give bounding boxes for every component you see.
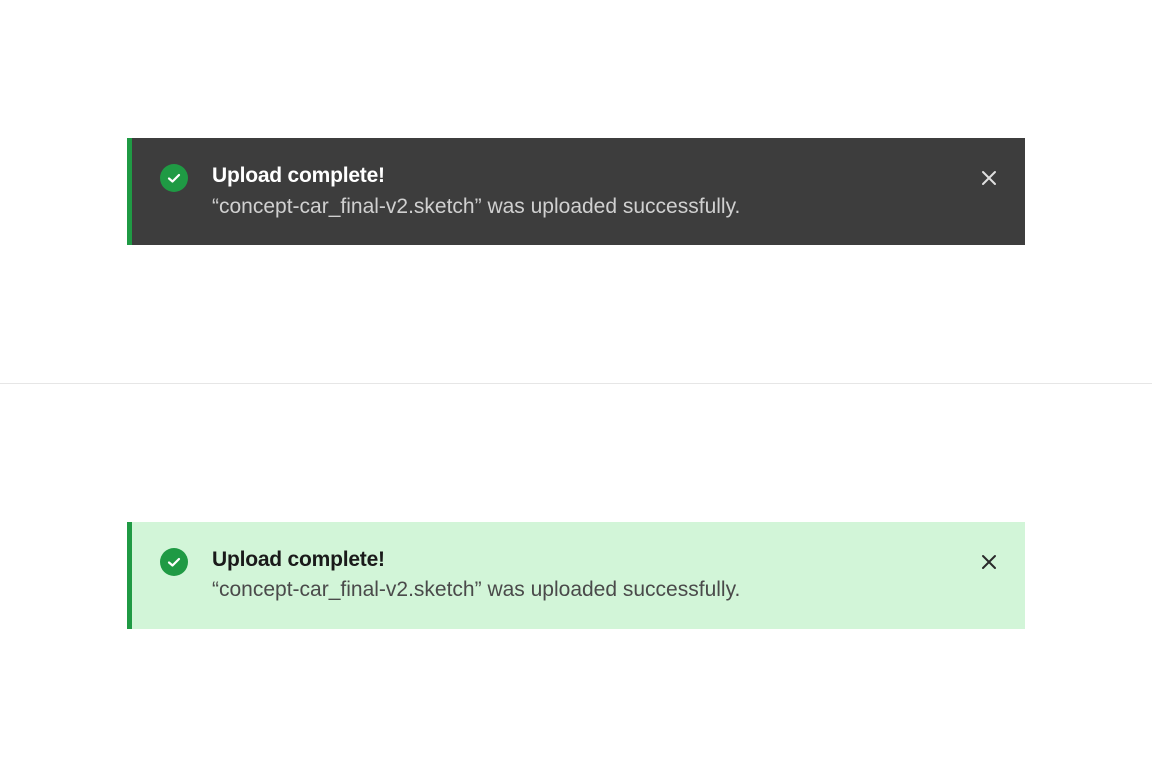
toast-message: “concept-car_final-v2.sketch” was upload… (212, 192, 961, 221)
checkmark-circle-icon (160, 548, 188, 576)
toast-content: Upload complete! “concept-car_final-v2.s… (212, 546, 961, 605)
toast-title: Upload complete! (212, 162, 961, 189)
toast-success-light: Upload complete! “concept-car_final-v2.s… (127, 522, 1025, 629)
close-icon (980, 553, 998, 571)
checkmark-circle-icon (160, 164, 188, 192)
close-button[interactable] (977, 550, 1001, 574)
close-icon (980, 169, 998, 187)
close-button[interactable] (977, 166, 1001, 190)
toast-success-dark: Upload complete! “concept-car_final-v2.s… (127, 138, 1025, 245)
toast-content: Upload complete! “concept-car_final-v2.s… (212, 162, 961, 221)
toast-message: “concept-car_final-v2.sketch” was upload… (212, 575, 961, 604)
toast-light-section: Upload complete! “concept-car_final-v2.s… (0, 384, 1152, 767)
toast-title: Upload complete! (212, 546, 961, 573)
toast-dark-section: Upload complete! “concept-car_final-v2.s… (0, 0, 1152, 384)
